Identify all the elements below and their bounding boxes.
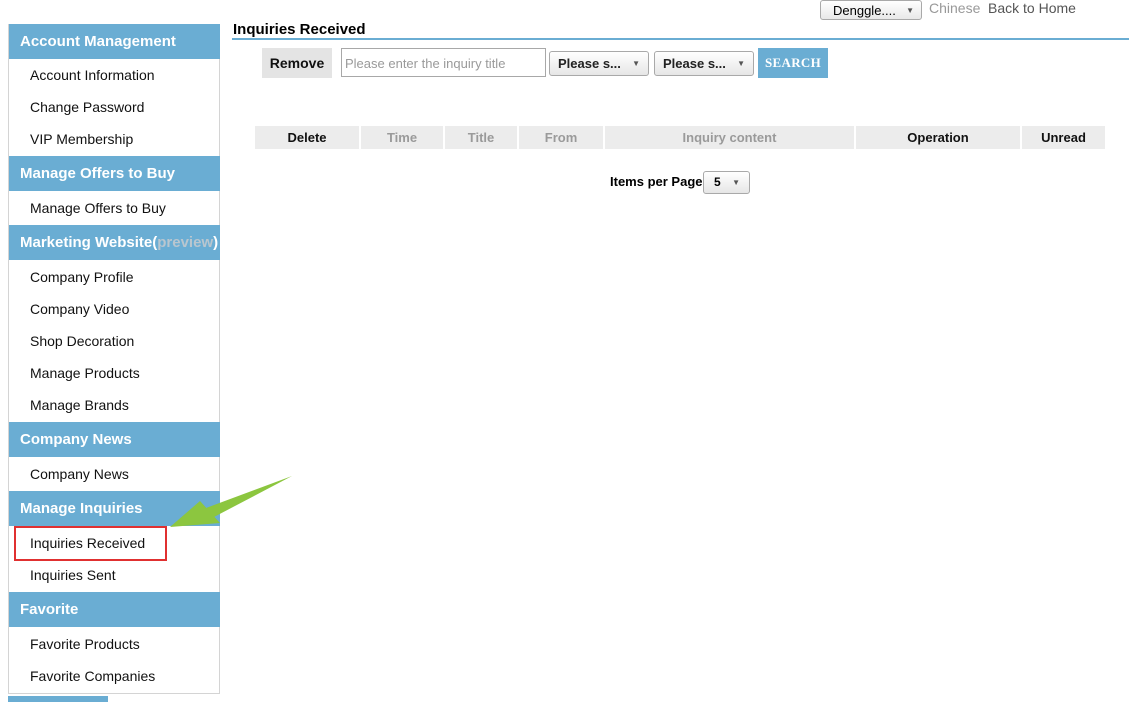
chevron-down-icon: ▼ — [632, 59, 640, 68]
sidebar-section-favorite[interactable]: Favorite — [9, 592, 220, 627]
language-link[interactable]: Chinese — [929, 0, 980, 17]
sidebar-item-manage-brands[interactable]: Manage Brands — [30, 396, 129, 414]
filter-dropdown-1-value: Please s... — [558, 56, 621, 71]
sidebar-item-company-video[interactable]: Company Video — [30, 300, 129, 318]
section-title: Manage Inquiries — [20, 500, 143, 517]
user-dropdown-value: Denggle.... — [833, 3, 896, 18]
column-header-inquiry-content[interactable]: Inquiry content — [605, 126, 854, 149]
title-divider — [232, 38, 1129, 40]
sidebar-item-account-information[interactable]: Account Information — [30, 66, 155, 84]
filter-dropdown-2[interactable]: Please s... ▼ — [654, 51, 754, 76]
sidebar-item-favorite-companies[interactable]: Favorite Companies — [30, 667, 155, 685]
sidebar-item-favorite-products[interactable]: Favorite Products — [30, 635, 140, 653]
column-header-from[interactable]: From — [519, 126, 603, 149]
sidebar-section-account-management[interactable]: Account Management — [9, 24, 220, 59]
sidebar-item-change-password[interactable]: Change Password — [30, 98, 144, 116]
section-title: Manage Offers to Buy — [20, 165, 176, 182]
section-title: Favorite — [20, 601, 79, 618]
sidebar-item-company-news[interactable]: Company News — [30, 465, 129, 483]
filter-dropdown-1[interactable]: Please s... ▼ — [549, 51, 649, 76]
sidebar: Account Management Account Information C… — [8, 24, 220, 694]
items-per-page-select[interactable]: 5 ▼ — [703, 171, 750, 194]
sidebar-section-company-news[interactable]: Company News — [9, 422, 220, 457]
column-header-time[interactable]: Time — [361, 126, 443, 149]
column-header-unread[interactable]: Unread — [1022, 126, 1105, 149]
sidebar-section-manage-offers[interactable]: Manage Offers to Buy — [9, 156, 220, 191]
inquiry-title-search-input[interactable] — [341, 48, 546, 77]
chevron-down-icon: ▼ — [732, 178, 740, 187]
sidebar-item-manage-products[interactable]: Manage Products — [30, 364, 140, 382]
sidebar-item-inquiries-sent[interactable]: Inquiries Sent — [30, 566, 116, 584]
column-header-delete[interactable]: Delete — [255, 126, 359, 149]
sidebar-item-shop-decoration[interactable]: Shop Decoration — [30, 332, 134, 350]
search-button[interactable]: SEARCH — [758, 48, 828, 78]
sidebar-item-manage-offers-to-buy[interactable]: Manage Offers to Buy — [30, 199, 166, 217]
items-per-page-value: 5 — [714, 175, 721, 189]
preview-link[interactable]: preview — [157, 234, 213, 251]
remove-button[interactable]: Remove — [262, 48, 332, 78]
section-title-end: ) — [213, 234, 219, 251]
column-header-title[interactable]: Title — [445, 126, 517, 149]
section-title: Company News — [20, 431, 132, 448]
user-dropdown[interactable]: Denggle.... ▼ — [820, 0, 922, 20]
sidebar-section-marketing-website[interactable]: Marketing Website(preview) — [9, 225, 220, 260]
sidebar-bottom-tab — [8, 696, 108, 702]
sidebar-item-company-profile[interactable]: Company Profile — [30, 268, 134, 286]
column-header-operation[interactable]: Operation — [856, 126, 1020, 149]
highlight-box — [14, 526, 167, 561]
chevron-down-icon: ▼ — [737, 59, 745, 68]
filter-dropdown-2-value: Please s... — [663, 56, 726, 71]
section-title: Account Management — [20, 33, 176, 50]
back-to-home-link[interactable]: Back to Home — [988, 0, 1076, 17]
page-title: Inquiries Received — [233, 21, 366, 38]
section-title: Marketing Website( — [20, 234, 158, 251]
items-per-page-label: Items per Page — [610, 174, 703, 189]
sidebar-item-vip-membership[interactable]: VIP Membership — [30, 130, 133, 148]
sidebar-section-manage-inquiries[interactable]: Manage Inquiries — [9, 491, 220, 526]
chevron-down-icon: ▼ — [906, 6, 914, 15]
